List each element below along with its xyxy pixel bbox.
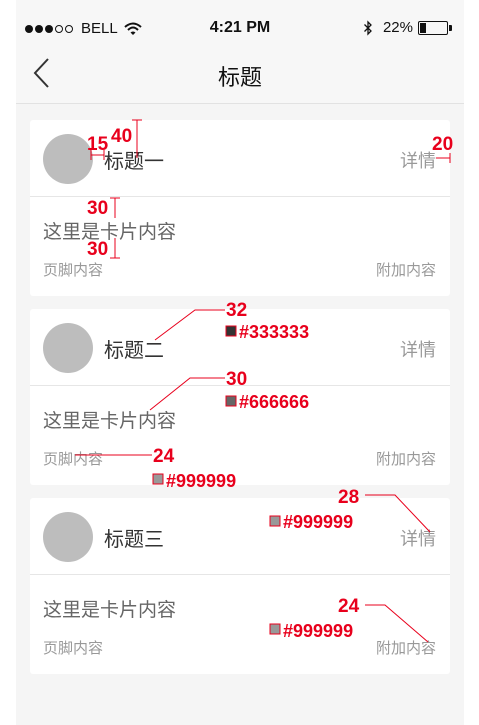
card-content: 这里是卡片内容 <box>43 221 177 243</box>
avatar <box>43 512 93 562</box>
battery-icon <box>418 20 448 35</box>
card-footer: 页脚内容 <box>43 639 104 657</box>
card-header: 标题三 详情 <box>30 498 450 575</box>
battery-area: 22% <box>363 19 452 36</box>
card-footer-extra: 附加内容 <box>375 261 436 279</box>
avatar <box>43 323 93 373</box>
battery-level <box>420 22 427 33</box>
card[interactable]: 标题一 详情 这里是卡片内容 页脚内容 附加内容 <box>30 120 450 296</box>
card-detail-link[interactable]: 详情 <box>400 525 436 551</box>
card-title: 标题三 <box>104 527 164 551</box>
avatar <box>43 134 93 184</box>
card-footer: 页脚内容 <box>43 261 104 279</box>
card-title: 标题二 <box>104 338 164 362</box>
bluetooth-icon <box>364 19 372 36</box>
battery-tip <box>449 24 452 31</box>
status-bar: BELL 4:21 PM 22% <box>16 0 464 40</box>
card-header: 标题一 详情 <box>30 120 450 197</box>
card-footer-extra: 附加内容 <box>375 639 436 657</box>
card-title: 标题一 <box>104 149 164 173</box>
battery-percent: 22% <box>382 19 413 36</box>
phone-screen: BELL 4:21 PM 22% 标题 标题一 详情 这里是卡片内容 页脚内容 … <box>16 0 464 725</box>
card-content: 这里是卡片内容 <box>43 410 177 432</box>
card-header: 标题二 详情 <box>30 309 450 386</box>
card-detail-link[interactable]: 详情 <box>400 336 436 362</box>
card[interactable]: 标题二 详情 这里是卡片内容 页脚内容 附加内容 <box>30 309 450 485</box>
card-detail-link[interactable]: 详情 <box>400 147 436 173</box>
page-title: 标题 <box>217 66 262 91</box>
nav-bar: 标题 <box>16 40 464 104</box>
card-content: 这里是卡片内容 <box>43 599 177 621</box>
card[interactable]: 标题三 详情 这里是卡片内容 页脚内容 附加内容 <box>30 498 450 674</box>
card-footer: 页脚内容 <box>43 450 104 468</box>
card-footer-extra: 附加内容 <box>375 450 436 468</box>
